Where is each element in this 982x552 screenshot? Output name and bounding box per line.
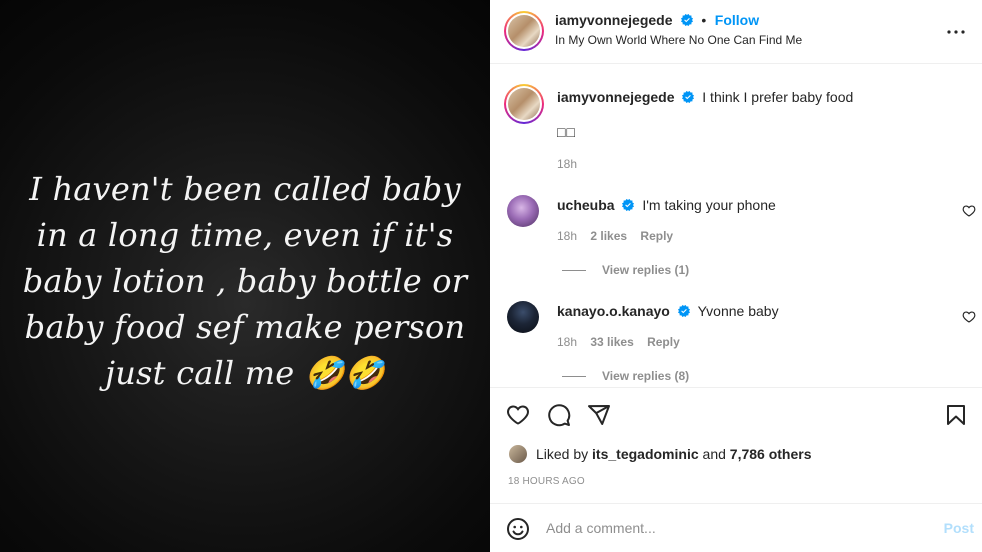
comment-row: ucheuba I'm taking your phone bbox=[557, 196, 776, 214]
comment-text: I'm taking your phone bbox=[642, 197, 776, 213]
liked-by-prefix: Liked by bbox=[536, 446, 589, 462]
caption-emoji-line: □□ bbox=[557, 124, 576, 140]
comment-time[interactable]: 18h bbox=[557, 335, 577, 349]
comment-meta: 18h 2 likes Reply bbox=[557, 229, 683, 243]
post-timestamp[interactable]: 18 hours ago bbox=[508, 476, 585, 487]
comment-reply-button[interactable]: Reply bbox=[640, 229, 673, 243]
post-location[interactable]: In My Own World Where No One Can Find Me bbox=[555, 33, 802, 47]
verified-badge-icon bbox=[682, 91, 695, 103]
liked-by-user[interactable]: its_tegadominic bbox=[592, 446, 699, 462]
liked-by-and: and bbox=[702, 446, 726, 462]
caption-text: I think I prefer baby food bbox=[702, 89, 854, 105]
share-send-icon[interactable] bbox=[587, 403, 611, 427]
more-horizontal-icon[interactable] bbox=[944, 20, 968, 44]
story-text: I haven't been called baby in a long tim… bbox=[22, 170, 468, 392]
view-replies-button[interactable]: View replies (8) bbox=[562, 369, 689, 383]
post-comment-button[interactable]: Post bbox=[944, 520, 974, 536]
caption-avatar[interactable] bbox=[504, 84, 544, 124]
comment-likes[interactable]: 2 likes bbox=[590, 229, 627, 243]
comment-input[interactable] bbox=[546, 518, 906, 538]
comment-time[interactable]: 18h bbox=[557, 229, 577, 243]
like-heart-icon[interactable] bbox=[506, 403, 530, 427]
emoji-smiley-icon[interactable] bbox=[506, 517, 530, 541]
view-replies-label: View replies (1) bbox=[602, 263, 690, 277]
liked-by-others[interactable]: 7,786 others bbox=[730, 446, 812, 462]
caption-username[interactable]: iamyvonnejegede bbox=[557, 89, 675, 105]
comment-row: kanayo.o.kanayo Yvonne baby bbox=[557, 302, 779, 320]
comment-likes[interactable]: 33 likes bbox=[590, 335, 633, 349]
follow-button[interactable]: Follow bbox=[715, 12, 759, 28]
comment-meta: 18h 33 likes Reply bbox=[557, 335, 690, 349]
comments-list[interactable]: iamyvonnejegede I think I prefer baby fo… bbox=[490, 65, 982, 387]
verified-badge-icon bbox=[622, 199, 635, 211]
post-header: iamyvonnejegede • Follow In My Own World… bbox=[490, 0, 982, 64]
caption-row: iamyvonnejegede I think I prefer baby fo… bbox=[557, 88, 853, 106]
comment-like-heart-icon[interactable] bbox=[962, 204, 976, 218]
post-media[interactable]: I haven't been called baby in a long tim… bbox=[0, 0, 490, 552]
comment-avatar[interactable] bbox=[507, 195, 539, 227]
verified-badge-icon bbox=[680, 14, 693, 26]
caption-time[interactable]: 18h bbox=[557, 157, 577, 171]
liked-by: Liked by its_tegadominic and 7,786 other… bbox=[508, 444, 812, 464]
comment-text: Yvonne baby bbox=[697, 303, 779, 319]
add-comment-bar: Post bbox=[490, 503, 982, 552]
liked-by-avatar[interactable] bbox=[508, 444, 528, 464]
save-bookmark-icon[interactable] bbox=[944, 403, 968, 427]
post-panel: iamyvonnejegede • Follow In My Own World… bbox=[490, 0, 982, 552]
comment-avatar[interactable] bbox=[507, 301, 539, 333]
verified-badge-icon bbox=[677, 305, 690, 317]
view-replies-button[interactable]: View replies (1) bbox=[562, 263, 689, 277]
comment-bubble-icon[interactable] bbox=[547, 403, 571, 427]
comment-reply-button[interactable]: Reply bbox=[647, 335, 680, 349]
action-bar: Liked by its_tegadominic and 7,786 other… bbox=[490, 387, 982, 503]
view-replies-label: View replies (8) bbox=[602, 369, 690, 383]
author-avatar[interactable] bbox=[504, 11, 544, 51]
author-username[interactable]: iamyvonnejegede bbox=[555, 12, 673, 28]
comment-like-heart-icon[interactable] bbox=[962, 310, 976, 324]
comment-username[interactable]: kanayo.o.kanayo bbox=[557, 303, 670, 319]
header-dot: • bbox=[701, 12, 707, 28]
comment-username[interactable]: ucheuba bbox=[557, 197, 615, 213]
